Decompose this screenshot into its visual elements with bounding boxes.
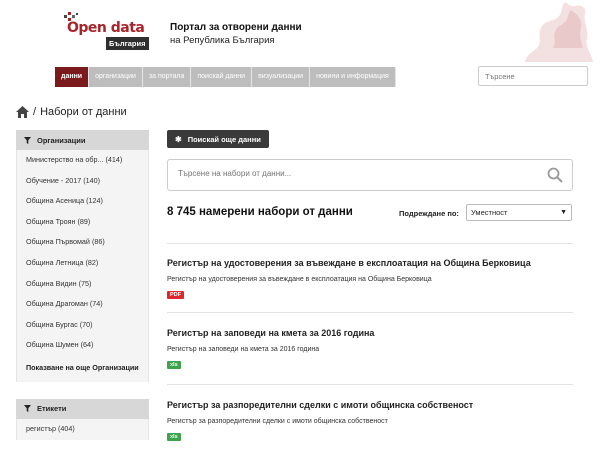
dataset-description: Регистър на удостоверения за въвеждане в…	[167, 276, 432, 283]
open-data-logo[interactable]: Open data България	[62, 11, 154, 53]
tags-filter-header: Етикети	[16, 398, 149, 419]
nav-item-organizations[interactable]: организации	[89, 67, 143, 87]
organization-item[interactable]: Община Бургас (70)	[17, 315, 148, 336]
dataset-description: Регистър на заповеди на кмета за 2016 го…	[167, 346, 320, 353]
organizations-list: Министерство на обр... (414) Обучение - …	[16, 150, 149, 382]
organization-item[interactable]: Община Асеница (124)	[17, 191, 148, 212]
request-data-label: Поискай още данни	[187, 134, 261, 144]
format-badge-xls[interactable]: xls	[167, 433, 181, 441]
breadcrumb: / Набори от данни	[16, 106, 127, 118]
tags-list: регистър (404)	[16, 418, 149, 440]
sort-label: Подреждане по:	[399, 209, 459, 218]
dataset-description: Регистър за разпоредителни сделки с имот…	[167, 418, 388, 425]
portal-subtitle: на Република България	[170, 35, 275, 46]
tags-filter-title: Етикети	[37, 404, 67, 414]
lion-coat-of-arms	[525, 2, 593, 62]
nav-item-about[interactable]: за портала	[142, 67, 192, 87]
sort-selected-value: Уместност	[471, 208, 508, 217]
logo-text: Open data	[67, 20, 145, 36]
divider	[167, 384, 573, 385]
organization-item[interactable]: Община Първомай (86)	[17, 232, 148, 253]
tag-item[interactable]: регистър (404)	[17, 419, 148, 440]
search-icon[interactable]	[547, 167, 563, 183]
filter-icon	[24, 405, 31, 413]
organization-item[interactable]: Община Летница (82)	[17, 253, 148, 274]
result-count: 8 745 намерени набори от данни	[167, 206, 353, 218]
show-more-organizations-link[interactable]: Показване на още Организации	[17, 356, 148, 382]
organizations-filter-title: Организации	[37, 135, 86, 145]
filter-icon	[24, 136, 31, 144]
sort-select[interactable]: Уместност ▼	[466, 204, 572, 221]
logo-country: България	[106, 37, 149, 50]
dataset-item: Регистър на удостоверения за въвеждане в…	[167, 258, 573, 299]
divider	[167, 243, 573, 244]
dataset-title[interactable]: Регистър за разпоредителни сделки с имот…	[167, 400, 573, 410]
breadcrumb-separator: /	[33, 106, 37, 118]
organization-item[interactable]: Община Шумен (64)	[17, 335, 148, 356]
star-icon: ✱	[175, 134, 182, 144]
organization-item[interactable]: Министерство на обр... (414)	[17, 150, 148, 171]
caret-down-icon: ▼	[560, 209, 567, 216]
dataset-search-input[interactable]	[178, 169, 518, 178]
dataset-title[interactable]: Регистър на удостоверения за въвеждане в…	[167, 258, 573, 268]
portal-title: Портал за отворени данни	[170, 22, 302, 33]
organization-item[interactable]: Община Драгоман (74)	[17, 294, 148, 315]
breadcrumb-current: Набори от данни	[40, 106, 127, 118]
site-search-input[interactable]	[478, 66, 588, 86]
dataset-title[interactable]: Регистър на заповеди на кмета за 2016 го…	[167, 328, 573, 338]
nav-item-news[interactable]: новини и информация	[310, 67, 396, 87]
format-badge-xls[interactable]: xls	[167, 361, 181, 369]
nav-item-data[interactable]: данни	[55, 67, 90, 87]
format-badge-pdf[interactable]: PDF	[167, 291, 184, 299]
organization-item[interactable]: Обучение - 2017 (140)	[17, 171, 148, 192]
dataset-search-box	[167, 159, 573, 191]
request-data-button[interactable]: ✱ Поискай още данни	[167, 130, 269, 148]
nav-item-visualizations[interactable]: визуализации	[252, 67, 311, 87]
sidebar-gap	[16, 381, 149, 399]
organizations-filter-header: Организации	[16, 130, 149, 150]
dataset-item: Регистър на заповеди на кмета за 2016 го…	[167, 328, 573, 369]
main-nav: данни организации за портала поискай дан…	[55, 67, 396, 87]
site-header: Open data България Портал за отворени да…	[0, 0, 600, 64]
sidebar: Организации Министерство на обр... (414)…	[16, 130, 149, 454]
divider	[167, 312, 573, 313]
organization-item[interactable]: Община Троян (89)	[17, 212, 148, 233]
dataset-item: Регистър за разпоредителни сделки с имот…	[167, 400, 573, 441]
home-icon[interactable]	[16, 106, 29, 118]
nav-item-request-data[interactable]: поискай данни	[191, 67, 253, 87]
organization-item[interactable]: Община Видин (75)	[17, 274, 148, 295]
